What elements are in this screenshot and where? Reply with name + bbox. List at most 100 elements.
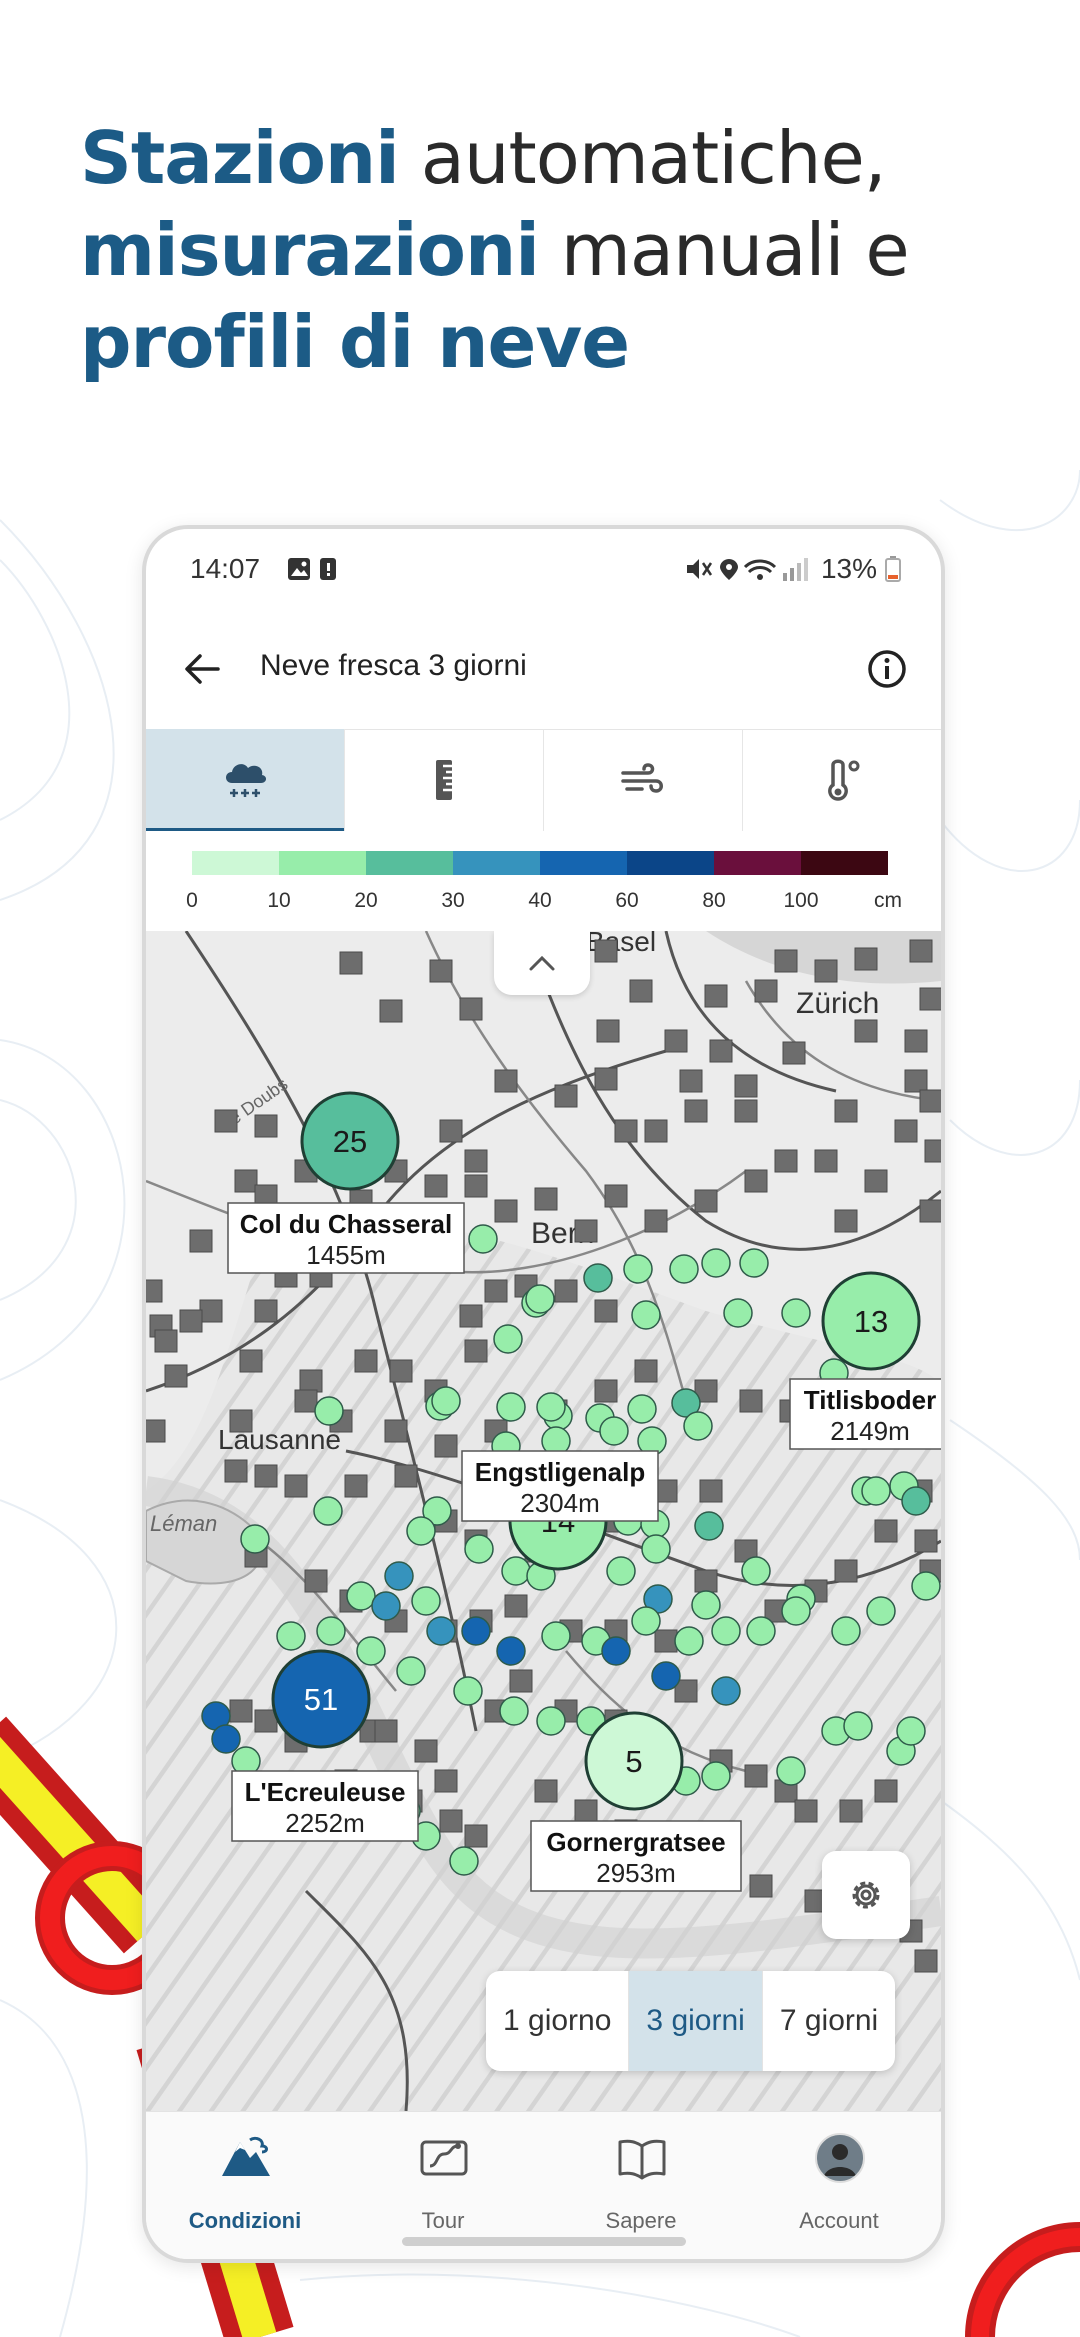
station-label[interactable]: Engstligenalp2304m xyxy=(461,1450,659,1522)
collapse-legend-button[interactable] xyxy=(494,931,590,995)
station-marker[interactable] xyxy=(541,1621,571,1651)
manual-measurement-marker[interactable] xyxy=(554,1084,578,1108)
manual-measurement-marker[interactable] xyxy=(814,959,838,983)
station-marker[interactable] xyxy=(683,1411,713,1441)
station-marker[interactable] xyxy=(623,1254,653,1284)
manual-measurement-marker[interactable] xyxy=(774,1149,798,1173)
station-marker[interactable] xyxy=(601,1636,631,1666)
manual-measurement-marker[interactable] xyxy=(854,1019,878,1043)
nav-condizioni[interactable]: Condizioni xyxy=(146,2112,344,2242)
station-marker[interactable] xyxy=(674,1626,704,1656)
nav-tour[interactable]: Tour xyxy=(344,2112,542,2242)
manual-measurement-marker[interactable] xyxy=(704,984,728,1008)
manual-measurement-marker[interactable] xyxy=(594,1067,618,1091)
manual-measurement-marker[interactable] xyxy=(439,1119,463,1143)
map-settings-button[interactable] xyxy=(822,1851,910,1939)
manual-measurement-marker[interactable] xyxy=(379,999,403,1023)
manual-measurement-marker[interactable] xyxy=(834,1559,858,1583)
manual-measurement-marker[interactable] xyxy=(494,1199,518,1223)
station-marker[interactable] xyxy=(453,1676,483,1706)
manual-measurement-marker[interactable] xyxy=(304,1569,328,1593)
station-cluster[interactable]: 13 xyxy=(821,1271,921,1371)
manual-measurement-marker[interactable] xyxy=(494,1069,518,1093)
manual-measurement-marker[interactable] xyxy=(414,1739,438,1763)
manual-measurement-marker[interactable] xyxy=(774,949,798,973)
manual-measurement-marker[interactable] xyxy=(146,1279,163,1303)
station-marker[interactable] xyxy=(599,1416,629,1446)
manual-measurement-marker[interactable] xyxy=(534,1779,558,1803)
manual-measurement-marker[interactable] xyxy=(574,1219,598,1243)
manual-measurement-marker[interactable] xyxy=(734,1074,758,1098)
station-marker[interactable] xyxy=(525,1284,555,1314)
manual-measurement-marker[interactable] xyxy=(439,1809,463,1833)
station-marker[interactable] xyxy=(896,1716,926,1746)
station-marker[interactable] xyxy=(739,1248,769,1278)
period-option-3-days[interactable]: 3 giorni xyxy=(628,1971,762,2071)
manual-measurement-marker[interactable] xyxy=(604,1184,628,1208)
map-view[interactable]: Zürich Bern Lausanne Le Doubs Léman Base… xyxy=(146,931,941,2111)
station-marker[interactable] xyxy=(711,1616,741,1646)
station-marker[interactable] xyxy=(711,1676,741,1706)
station-marker[interactable] xyxy=(669,1254,699,1284)
manual-measurement-marker[interactable] xyxy=(146,1419,166,1443)
station-marker[interactable] xyxy=(694,1511,724,1541)
manual-measurement-marker[interactable] xyxy=(749,1874,773,1898)
info-icon[interactable] xyxy=(865,647,909,691)
manual-measurement-marker[interactable] xyxy=(504,1594,528,1618)
manual-measurement-marker[interactable] xyxy=(684,1099,708,1123)
station-marker[interactable] xyxy=(861,1476,891,1506)
manual-measurement-marker[interactable] xyxy=(644,1209,668,1233)
station-marker[interactable] xyxy=(776,1756,806,1786)
station-marker[interactable] xyxy=(701,1248,731,1278)
manual-measurement-marker[interactable] xyxy=(794,1799,818,1823)
manual-measurement-marker[interactable] xyxy=(464,1824,488,1848)
station-marker[interactable] xyxy=(316,1616,346,1646)
manual-measurement-marker[interactable] xyxy=(434,1769,458,1793)
manual-measurement-marker[interactable] xyxy=(254,1114,278,1138)
manual-measurement-marker[interactable] xyxy=(744,1169,768,1193)
period-option-1-day[interactable]: 1 giorno xyxy=(486,1971,628,2071)
manual-measurement-marker[interactable] xyxy=(164,1364,188,1388)
manual-measurement-marker[interactable] xyxy=(744,1764,768,1788)
manual-measurement-marker[interactable] xyxy=(864,1169,888,1193)
manual-measurement-marker[interactable] xyxy=(919,1089,941,1113)
manual-measurement-marker[interactable] xyxy=(384,1419,408,1443)
manual-measurement-marker[interactable] xyxy=(614,1119,638,1143)
station-marker[interactable] xyxy=(356,1636,386,1666)
manual-measurement-marker[interactable] xyxy=(254,1299,278,1323)
station-marker[interactable] xyxy=(384,1561,414,1591)
manual-measurement-marker[interactable] xyxy=(459,1304,483,1328)
manual-measurement-marker[interactable] xyxy=(594,1299,618,1323)
manual-measurement-marker[interactable] xyxy=(734,1099,758,1123)
station-marker[interactable] xyxy=(276,1621,306,1651)
manual-measurement-marker[interactable] xyxy=(709,1039,733,1063)
period-option-7-days[interactable]: 7 giorni xyxy=(761,1971,895,2071)
station-marker[interactable] xyxy=(461,1616,491,1646)
back-arrow-icon[interactable] xyxy=(180,647,224,691)
manual-measurement-marker[interactable] xyxy=(854,947,878,971)
manual-measurement-marker[interactable] xyxy=(154,1329,178,1353)
manual-measurement-marker[interactable] xyxy=(629,979,653,1003)
station-marker[interactable] xyxy=(346,1581,376,1611)
station-marker[interactable] xyxy=(627,1394,657,1424)
tab-wind[interactable] xyxy=(544,729,743,831)
manual-measurement-marker[interactable] xyxy=(389,1359,413,1383)
manual-measurement-marker[interactable] xyxy=(354,1349,378,1373)
station-marker[interactable] xyxy=(781,1298,811,1328)
station-marker[interactable] xyxy=(493,1324,523,1354)
manual-measurement-marker[interactable] xyxy=(429,959,453,983)
station-cluster[interactable]: 25 xyxy=(300,1091,400,1191)
tab-temperature[interactable] xyxy=(743,729,941,831)
manual-measurement-marker[interactable] xyxy=(924,1139,941,1163)
manual-measurement-marker[interactable] xyxy=(834,1099,858,1123)
manual-measurement-marker[interactable] xyxy=(509,1669,533,1693)
manual-measurement-marker[interactable] xyxy=(644,1119,668,1143)
station-label[interactable]: Titlisboder2149m xyxy=(789,1378,941,1450)
station-marker[interactable] xyxy=(426,1616,456,1646)
station-marker[interactable] xyxy=(431,1386,461,1416)
manual-measurement-marker[interactable] xyxy=(484,1279,508,1303)
manual-measurement-marker[interactable] xyxy=(874,1779,898,1803)
manual-measurement-marker[interactable] xyxy=(596,1019,620,1043)
manual-measurement-marker[interactable] xyxy=(739,1389,763,1413)
manual-measurement-marker[interactable] xyxy=(224,1459,248,1483)
